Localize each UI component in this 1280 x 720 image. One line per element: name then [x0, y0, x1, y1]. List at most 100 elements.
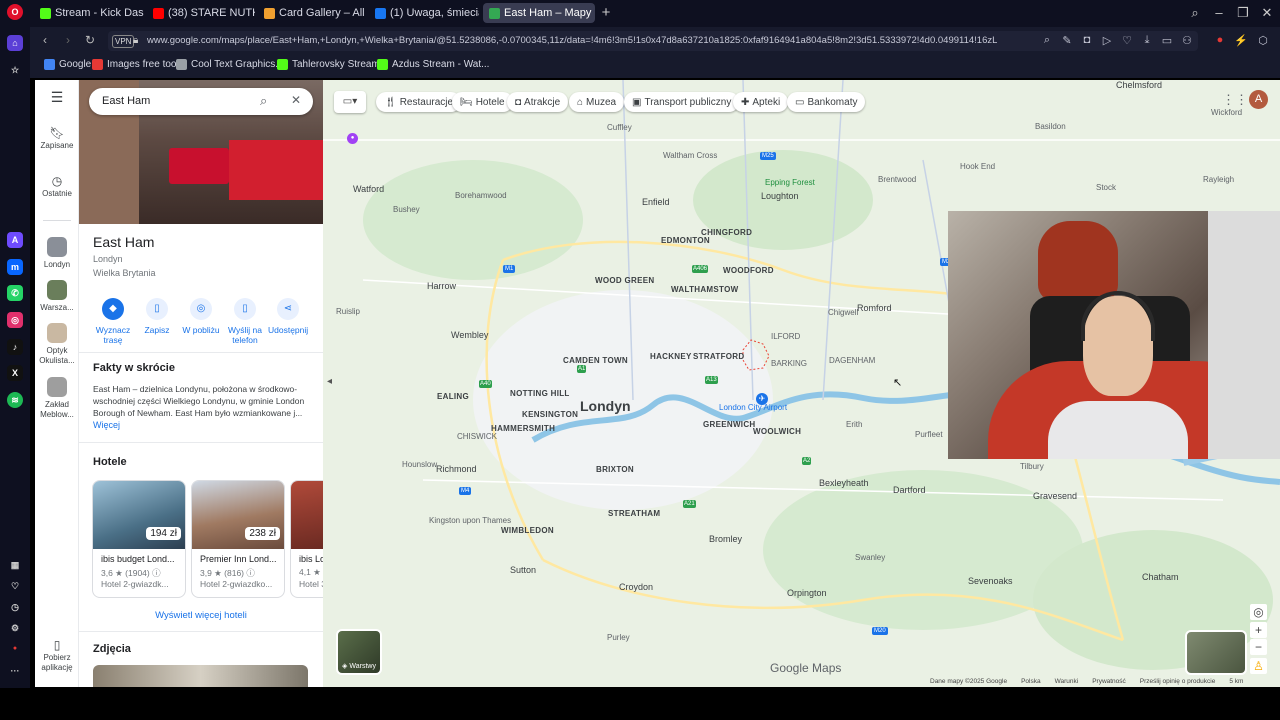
rail-zaklad[interactable]: Zakład Meblow...	[35, 377, 79, 420]
pegman-icon[interactable]: ♙	[1250, 658, 1267, 674]
rail-optyk-label: Optyk Okulista...	[39, 346, 75, 365]
reload-icon[interactable]: ↻	[83, 33, 97, 47]
new-tab-button[interactable]: +	[598, 5, 614, 21]
tab-1[interactable]: (38) STARE NUTKI W R	[147, 3, 255, 23]
street-view-thumb[interactable]	[1185, 630, 1247, 675]
rail-warsaw[interactable]: Warsza...	[35, 280, 79, 313]
tiktok-icon[interactable]: ♪	[7, 339, 23, 355]
more-hotels-link[interactable]: Wyświetl więcej hoteli	[79, 610, 323, 621]
maximize-button[interactable]: ❐	[1234, 4, 1252, 22]
chip-transit[interactable]: ▣ Transport publiczny	[624, 92, 740, 112]
chip-attractions[interactable]: ◘ Atrakcje	[507, 92, 569, 112]
chip-restaurants[interactable]: 🍴︎ Restauracje	[376, 92, 462, 112]
x-icon[interactable]: X	[7, 365, 23, 381]
rail-recent[interactable]: ◷ Ostatnie	[35, 175, 79, 199]
minimize-button[interactable]: –	[1210, 4, 1228, 22]
poi-pin-icon[interactable]: ●	[347, 133, 358, 144]
map-label: Gravesend	[1033, 491, 1078, 501]
account-avatar[interactable]: A	[1249, 90, 1268, 109]
ext-icon[interactable]: ⚡	[1234, 34, 1248, 47]
chip-atms[interactable]: ▭ Bankomaty	[787, 92, 866, 112]
tab-0[interactable]: Stream - Kick Dashboard	[34, 3, 144, 23]
more-icon[interactable]: ···	[7, 663, 23, 679]
search-tabs-icon[interactable]: ⌕	[1186, 4, 1204, 22]
aria-icon[interactable]: A	[7, 232, 23, 248]
search-input[interactable]: East Ham	[102, 95, 150, 107]
camera-icon[interactable]: ◘	[1080, 34, 1094, 46]
chip-museums[interactable]: ⌂ Muzea	[569, 92, 625, 112]
pin-icon[interactable]: ☆	[7, 62, 23, 78]
whatsapp-icon[interactable]: ✆	[7, 285, 23, 301]
edit-icon[interactable]: ✎	[1060, 34, 1074, 47]
hotel-card[interactable]: 194 zł ibis budget Lond... 3,6 ★ (1904) …	[92, 480, 186, 598]
hotel-name: ibis Lo	[299, 554, 323, 564]
home-icon[interactable]: ⌂	[7, 35, 23, 51]
zoom-in-button[interactable]: +	[1250, 622, 1267, 638]
heart-icon[interactable]: ♡	[7, 578, 23, 594]
share-button[interactable]: ⋖ Udostępnij	[268, 298, 308, 335]
apps-grid-icon[interactable]: ⋮⋮	[1222, 92, 1248, 108]
rail-optyk[interactable]: Optyk Okulista...	[35, 323, 79, 366]
bookmark-item[interactable]: Azdus Stream - Wat...	[377, 59, 489, 70]
send-to-phone-button[interactable]: ▯ Wyślij na telefon	[225, 298, 265, 345]
download-icon[interactable]: ⤓	[1140, 34, 1154, 47]
ublock-icon[interactable]: ●	[7, 641, 23, 657]
attrib-terms[interactable]: Warunki	[1055, 678, 1079, 687]
extensions-icon[interactable]: ⚇	[1180, 34, 1194, 47]
settings-icon[interactable]: ⚙	[7, 620, 23, 636]
menu-icon[interactable]: ☰	[35, 90, 79, 104]
hotel-card[interactable]: 238 zł Premier Inn Lond... 3,9 ★ (816) ⓘ…	[191, 480, 285, 598]
scale-label[interactable]: 5 km	[1229, 678, 1243, 687]
history-icon[interactable]: ◷	[7, 599, 23, 615]
hotel-card[interactable]: ibis Lo 4,1 ★ Hotel 3	[290, 480, 323, 598]
bookmark-heart-icon[interactable]: ♡	[1120, 34, 1134, 47]
collapse-panel-icon[interactable]: ◂	[327, 376, 337, 390]
tab-2[interactable]: Card Gallery – All TCG Set	[258, 3, 366, 23]
chip-hotels[interactable]: 🛏︎ Hotele	[452, 92, 513, 112]
facts-more-link[interactable]: Więcej	[93, 420, 120, 430]
instagram-icon[interactable]: ◎	[7, 312, 23, 328]
cube-icon[interactable]: ⬡	[1256, 34, 1270, 47]
forward-icon[interactable]: ›	[61, 33, 75, 47]
chip-pharmacies[interactable]: ✚ Apteki	[733, 92, 789, 112]
airport-pin-icon[interactable]: ✈	[756, 393, 768, 405]
vpn-badge[interactable]: VPN	[112, 35, 135, 48]
layers-button[interactable]: ◈ Warstwy	[336, 629, 382, 675]
wallet-icon[interactable]: ▭	[1160, 34, 1174, 47]
attrib-feedback[interactable]: Prześlij opinię o produkcie	[1140, 678, 1216, 687]
opera-logo-icon[interactable]: O	[7, 4, 23, 20]
map-mode-button[interactable]: ▭▾	[334, 91, 366, 113]
ublock-ext-icon[interactable]: ●	[1213, 34, 1227, 46]
nearby-button[interactable]: ◎ W pobliżu	[181, 298, 221, 335]
spotify-icon[interactable]: ≋	[7, 392, 23, 408]
bookmark-item[interactable]: Images free tools	[92, 59, 184, 70]
rail-saved[interactable]: 🔖︎ Zapisane	[35, 127, 79, 151]
back-icon[interactable]: ‹	[38, 33, 52, 47]
messenger-icon[interactable]: m	[7, 259, 23, 275]
tab-3[interactable]: (1) Uwaga, śmieciarka jedzie	[369, 3, 479, 23]
attrib-country[interactable]: Polska	[1021, 678, 1041, 687]
search-icon[interactable]: ⌕	[1040, 34, 1054, 47]
workspaces-icon[interactable]: ▦	[7, 557, 23, 573]
hotel-rating: 3,6 ★ (1904) ⓘ	[101, 568, 161, 578]
zoom-out-button[interactable]: −	[1250, 639, 1267, 655]
bookmark-item[interactable]: Google	[44, 59, 91, 70]
url-text[interactable]: www.google.com/maps/place/East+Ham,+Lond…	[147, 35, 997, 46]
search-icon[interactable]: ⌕	[260, 93, 267, 109]
photos-strip[interactable]	[93, 665, 308, 687]
play-icon[interactable]: ▷	[1100, 34, 1114, 47]
attrib-privacy[interactable]: Prywatność	[1092, 678, 1126, 687]
close-window-button[interactable]: ✕	[1258, 4, 1276, 22]
lock-icon[interactable]: 🔒︎	[133, 35, 138, 46]
map-label: WOODFORD	[723, 266, 774, 275]
directions-button[interactable]: ◆ Wyznacz trasę	[93, 298, 133, 345]
bookmark-item[interactable]: Tahlerovsky Stream...	[277, 59, 388, 70]
rail-london[interactable]: Londyn	[35, 237, 79, 270]
save-button[interactable]: ▯ Zapisz	[137, 298, 177, 335]
clear-search-icon[interactable]: ✕	[291, 93, 301, 107]
tab-4[interactable]: East Ham – Mapy Google	[483, 3, 595, 23]
bookmark-item[interactable]: Cool Text Graphics...	[176, 59, 284, 70]
my-location-button[interactable]: ◎	[1250, 604, 1267, 620]
map-label: Orpington	[787, 588, 827, 598]
rail-get-app[interactable]: ▯ Pobierz aplikację	[35, 639, 79, 673]
